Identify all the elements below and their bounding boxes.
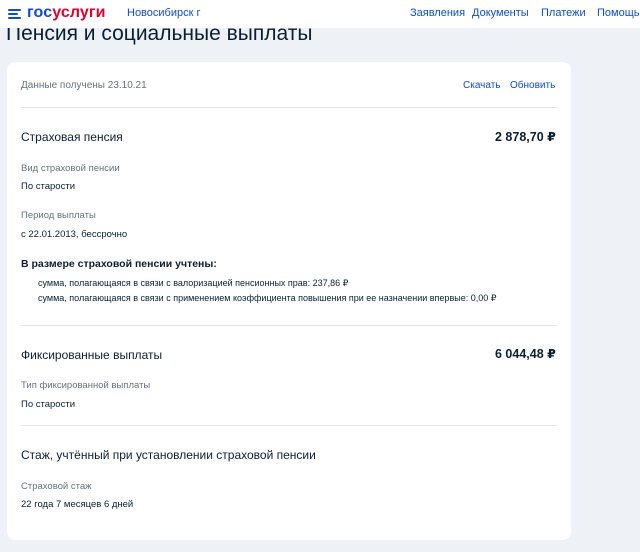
pension-type-value: По старости (21, 181, 76, 192)
insurance-pension-title: Страховая пенсия (21, 130, 123, 144)
data-received-text: Данные получены 23.10.21 (21, 80, 147, 91)
logo-part-gos: гос (27, 4, 53, 21)
experience-value: 22 года 7 месяцев 6 дней (21, 499, 134, 510)
pension-type-label: Вид страховой пенсии (21, 163, 120, 174)
divider (21, 325, 557, 326)
divider (21, 425, 557, 426)
page-title: Пенсия и социальные выплаты (6, 28, 312, 48)
experience-title: Стаж, учтённый при установлении страхово… (21, 448, 316, 462)
nav-applications[interactable]: Заявления (410, 7, 465, 19)
page-title-text: Пенсия и социальные выплаты (6, 28, 313, 45)
region-selector[interactable]: Новосибирск г (127, 7, 201, 19)
fixed-payment-type-value: По старости (21, 399, 76, 410)
menu-icon[interactable] (6, 6, 23, 20)
pension-card: Данные получены 23.10.21 Скачать Обновит… (7, 62, 571, 540)
nav-documents[interactable]: Документы (472, 7, 529, 19)
insurance-pension-amount: 2 878,70 ₽ (495, 130, 556, 144)
included-item-valorization: сумма, полагающаяся в связи с валоризаци… (38, 278, 349, 288)
fixed-payments-amount: 6 044,48 ₽ (495, 347, 556, 361)
gosuslugi-logo[interactable]: госуслуги (6, 4, 106, 22)
included-item-coefficient: сумма, полагающаяся в связи с применение… (38, 293, 497, 303)
download-link[interactable]: Скачать (463, 80, 501, 91)
fixed-payment-type-label: Тип фиксированной выплаты (21, 380, 151, 391)
fixed-payments-title: Фиксированные выплаты (21, 348, 163, 362)
divider (21, 107, 557, 108)
top-header: госуслуги Новосибирск г Заявления Докуме… (0, 0, 640, 28)
logo-text: госуслуги (27, 4, 106, 22)
nav-payments[interactable]: Платежи (541, 7, 586, 19)
refresh-link[interactable]: Обновить (510, 80, 555, 91)
included-heading: В размере страховой пенсии учтены: (21, 258, 217, 270)
nav-help[interactable]: Помощь (597, 7, 640, 19)
experience-label: Страховой стаж (21, 481, 92, 492)
payment-period-label: Период выплаты (21, 210, 96, 221)
payment-period-value: с 22.01.2013, бессрочно (21, 229, 128, 240)
logo-part-uslugi: услуги (52, 4, 106, 21)
